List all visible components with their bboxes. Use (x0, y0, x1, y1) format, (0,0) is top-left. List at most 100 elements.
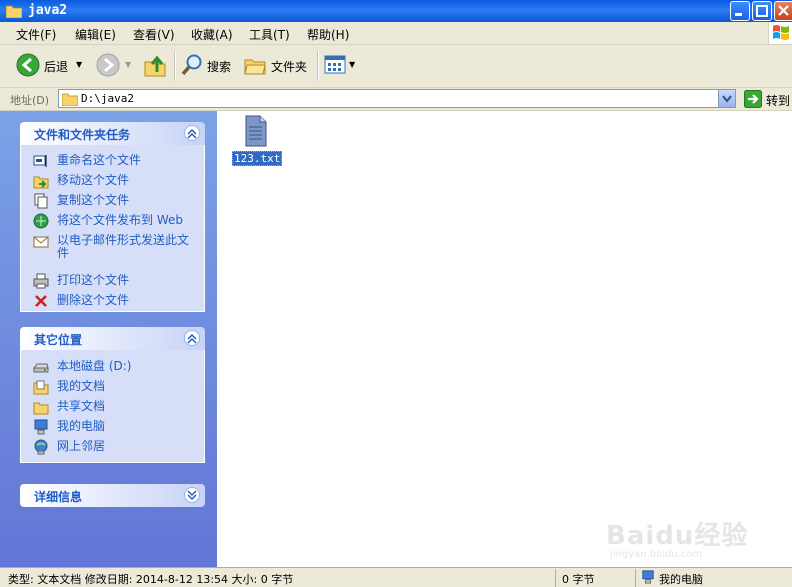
go-label: 转到 (766, 94, 791, 108)
close-icon (778, 5, 789, 16)
file-folder-tasks-panel: 文件和文件夹任务 重命名这个文件 移动这个文件 复制这个文件 将这个文件发布到 … (20, 122, 205, 312)
search-label: 搜索 (207, 60, 232, 74)
my-computer-icon (642, 570, 654, 584)
network-icon (34, 439, 48, 455)
chevron-up-icon[interactable] (184, 125, 200, 141)
status-separator (635, 569, 636, 587)
back-dropdown-icon[interactable]: ▼ (76, 60, 82, 69)
chevron-down-icon (722, 95, 732, 103)
up-folder-icon (144, 55, 166, 77)
status-info: 类型: 文本文档 修改日期: 2014-8-12 13:54 大小: 0 字节 (8, 573, 294, 586)
maximize-button[interactable] (752, 1, 772, 21)
title-bar[interactable]: java2 (0, 0, 792, 22)
address-dropdown-button[interactable] (718, 90, 735, 107)
menu-file[interactable]: 文件(F) (16, 26, 56, 43)
rename-icon (33, 155, 47, 167)
email-icon (33, 236, 49, 248)
toolbar: 后退 ▼ ▼ 搜索 文件夹 ▼ (0, 45, 792, 88)
task-pane: 文件和文件夹任务 重命名这个文件 移动这个文件 复制这个文件 将这个文件发布到 … (0, 111, 217, 567)
menu-tools[interactable]: 工具(T) (249, 26, 290, 43)
address-label: 地址(D) (10, 94, 50, 107)
forward-button[interactable]: ▼ (94, 52, 134, 80)
file-item[interactable]: 123.txt (231, 115, 283, 167)
views-dropdown-icon[interactable]: ▼ (349, 60, 355, 69)
baidu-jingyan-watermark: Baidu经验 jingyan.baidu.com (606, 515, 756, 567)
address-value: D:\java2 (81, 92, 134, 105)
toolbar-separator (174, 51, 176, 81)
maximize-icon (756, 5, 768, 17)
back-arrow-icon (16, 53, 40, 77)
my-documents-icon (33, 380, 49, 395)
details-panel: 详细信息 (20, 484, 205, 508)
print-icon (33, 273, 49, 289)
folders-label: 文件夹 (271, 60, 308, 74)
task-label: 删除这个文件 (57, 293, 130, 307)
folder-icon (62, 93, 78, 106)
text-file-icon (245, 115, 267, 147)
menu-edit[interactable]: 编辑(E) (75, 26, 116, 43)
shared-documents-icon (33, 402, 49, 415)
watermark-url: jingyan.baidu.com (610, 549, 703, 560)
up-folder-button[interactable] (143, 52, 171, 80)
panel-body: 本地磁盘 (D:) 我的文档 共享文档 我的电脑 网上邻居 (20, 350, 205, 463)
watermark-text: Baidu经验 (606, 521, 749, 551)
menu-help[interactable]: 帮助(H) (307, 26, 349, 43)
panel-header[interactable]: 详细信息 (20, 484, 205, 507)
task-label: 将这个文件发布到 Web (57, 213, 183, 227)
menu-bar: 文件(F) 编辑(E) 查看(V) 收藏(A) 工具(T) 帮助(H) (0, 22, 792, 45)
task-label: 共享文档 (57, 399, 106, 413)
move-icon (33, 176, 49, 189)
file-list[interactable]: 123.txt (217, 111, 792, 567)
status-separator (555, 569, 556, 587)
task-label: 打印这个文件 (57, 273, 130, 287)
panel-header[interactable]: 其它位置 (20, 327, 205, 350)
copy-icon (34, 193, 48, 209)
task-label: 我的文档 (57, 379, 106, 393)
task-label: 我的电脑 (57, 419, 106, 433)
publish-web-icon (33, 213, 49, 229)
file-name: 123.txt (232, 151, 283, 166)
panel-body: 重命名这个文件 移动这个文件 复制这个文件 将这个文件发布到 Web 以电子邮件… (20, 145, 205, 312)
windows-logo-icon (768, 22, 792, 44)
other-places-panel: 其它位置 本地磁盘 (D:) 我的文档 共享文档 我的电脑 网上邻居 (20, 327, 205, 463)
status-location: 我的电脑 (659, 573, 703, 586)
views-button[interactable]: ▼ (324, 52, 358, 80)
search-icon (181, 54, 202, 76)
explorer-window: java2 文件(F) 编辑(E) 查看(V) 收藏(A) 工具(T) 帮助(H… (0, 0, 792, 587)
address-input[interactable]: D:\java2 (58, 89, 736, 108)
task-label: 复制这个文件 (57, 193, 130, 207)
task-label: 移动这个文件 (57, 173, 130, 187)
status-bar: 类型: 文本文档 修改日期: 2014-8-12 13:54 大小: 0 字节 … (0, 567, 792, 587)
menu-view[interactable]: 查看(V) (133, 26, 175, 43)
folder-icon (6, 5, 22, 18)
my-computer-icon (34, 419, 48, 435)
forward-dropdown-icon[interactable]: ▼ (125, 60, 131, 69)
search-button[interactable]: 搜索 (180, 52, 236, 80)
task-label: 网上邻居 (57, 439, 106, 453)
views-icon (324, 55, 346, 74)
window-title: java2 (28, 3, 68, 18)
back-label: 后退 (44, 60, 69, 74)
forward-arrow-icon (96, 53, 120, 77)
panel-title: 文件和文件夹任务 (34, 128, 131, 142)
back-button[interactable]: 后退 ▼ (14, 52, 84, 80)
task-label: 本地磁盘 (D:) (57, 359, 132, 373)
delete-icon (35, 295, 47, 307)
folders-button[interactable]: 文件夹 (243, 52, 309, 80)
folders-icon (244, 59, 266, 75)
drive-icon (33, 363, 49, 373)
panel-title: 其它位置 (34, 333, 83, 347)
task-label: 重命名这个文件 (57, 153, 142, 167)
address-bar: 地址(D) D:\java2 转到 (0, 88, 792, 111)
panel-header[interactable]: 文件和文件夹任务 (20, 122, 205, 145)
close-button[interactable] (774, 1, 792, 21)
chevron-up-icon[interactable] (184, 330, 200, 346)
minimize-icon (735, 13, 742, 16)
status-size: 0 字节 (562, 573, 595, 586)
chevron-down-icon[interactable] (184, 487, 200, 503)
menu-favorites[interactable]: 收藏(A) (191, 26, 233, 43)
go-button[interactable]: 转到 (742, 89, 792, 109)
go-arrow-icon (744, 90, 762, 108)
panel-title: 详细信息 (34, 490, 83, 504)
minimize-button[interactable] (730, 1, 750, 21)
